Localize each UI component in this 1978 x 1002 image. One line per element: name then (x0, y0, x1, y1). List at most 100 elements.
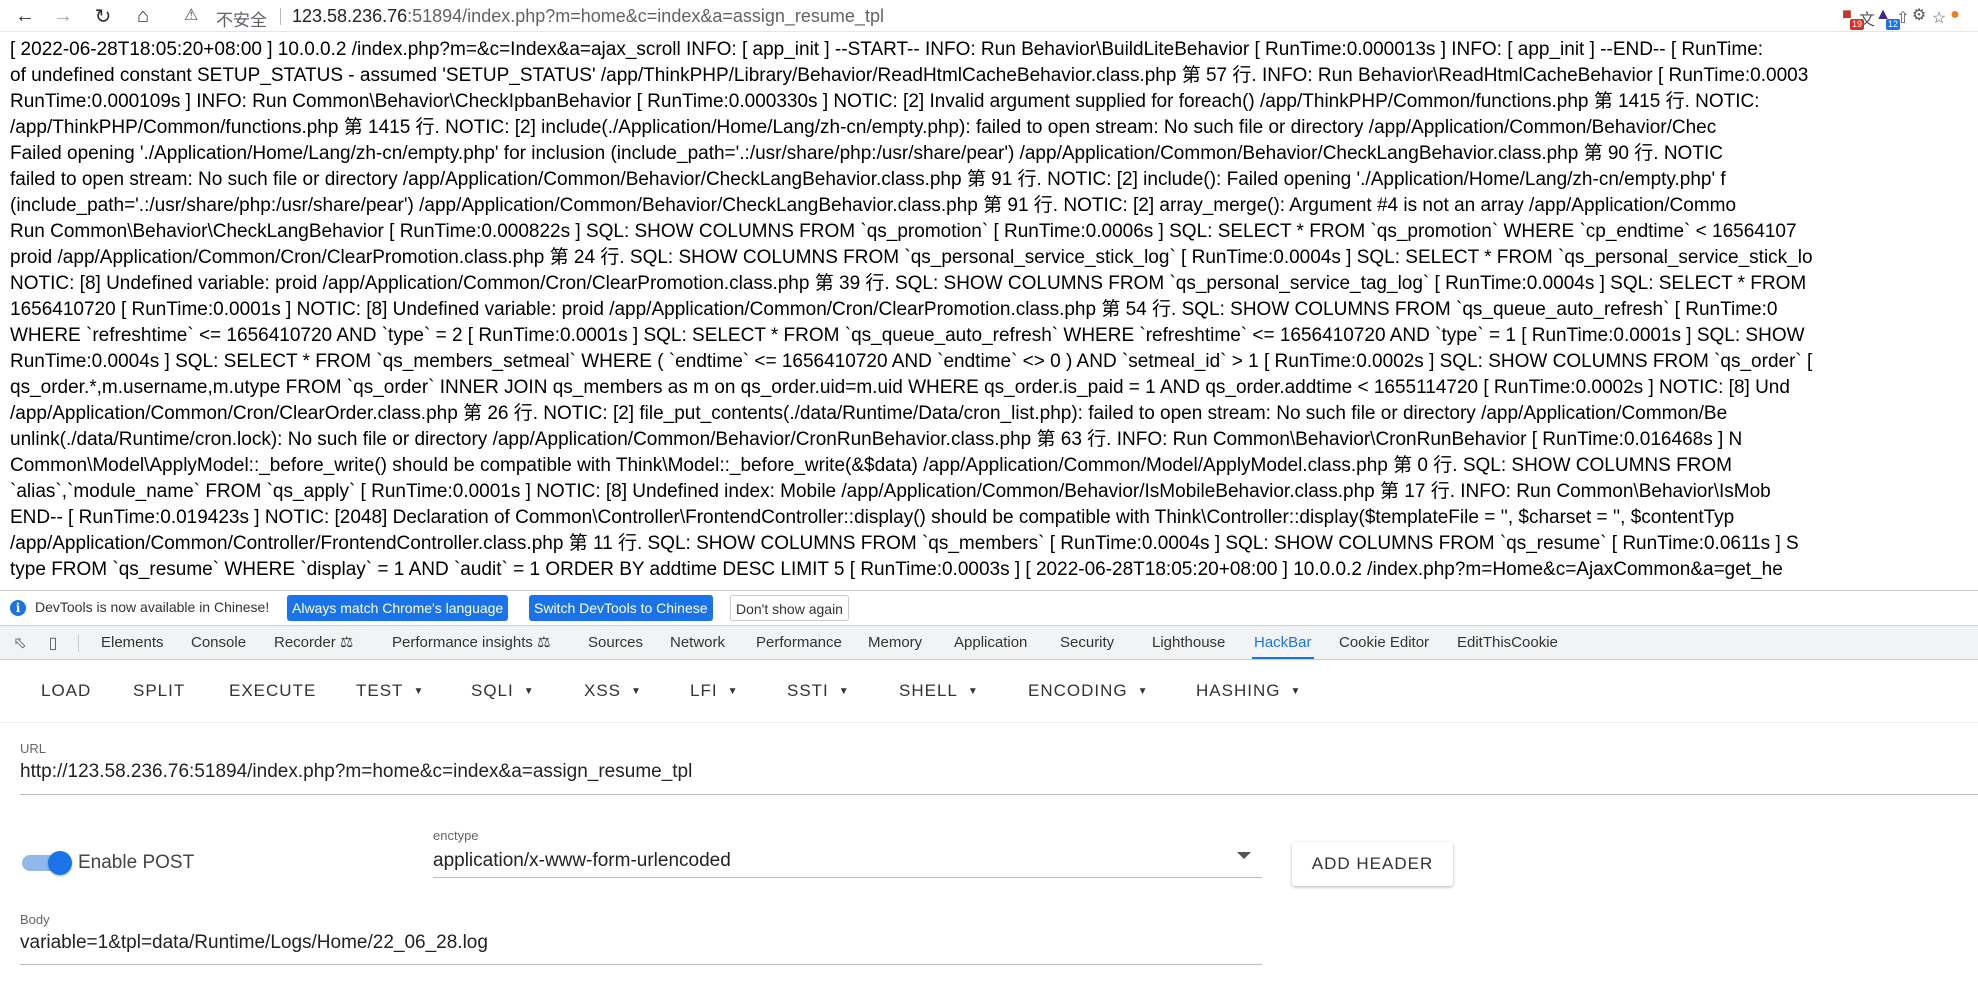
log-line: failed to open stream: No such file or d… (10, 169, 1726, 190)
log-line: qs_order.*,m.username,m.utype FROM `qs_o… (10, 377, 1790, 398)
security-label: 不安全 (216, 11, 267, 30)
info-icon: i (10, 600, 26, 616)
log-line: Failed opening './Application/Home/Lang/… (10, 143, 1723, 164)
log-line: /app/Application/Common/Cron/ClearOrder.… (10, 403, 1728, 424)
tab-performance[interactable]: Performance (754, 626, 844, 659)
tab-performance-insights[interactable]: Performance insights ⚖ (390, 626, 553, 659)
load-button[interactable]: LOAD (41, 678, 91, 704)
menu-label: LFI (690, 681, 718, 700)
tab-security[interactable]: Security (1058, 626, 1116, 659)
enctype-select[interactable]: application/x-www-form-urlencoded (433, 850, 731, 872)
menu-label: SHELL (899, 681, 958, 700)
gear-icon[interactable]: ⚙ (1906, 2, 1932, 28)
menu-label: HASHING (1196, 681, 1281, 700)
infobar-message: DevTools is now available in Chinese! (35, 599, 270, 615)
caret-down-icon: ▼ (838, 685, 850, 697)
menu-label: XSS (584, 681, 622, 700)
tab-application[interactable]: Application (952, 626, 1029, 659)
execute-button[interactable]: EXECUTE (229, 678, 316, 704)
caret-down-icon: ▼ (631, 685, 642, 697)
add-header-button[interactable]: ADD HEADER (1292, 842, 1453, 886)
log-line: `alias`,`module_name` FROM `qs_apply` [ … (10, 481, 1771, 502)
toggle-knob (48, 851, 72, 875)
device-toolbar-icon[interactable]: ▯ (43, 633, 63, 653)
extension-icons: ■ 19 ▲ 12 ⚙ ● (1834, 2, 1968, 30)
switch-to-chinese-button[interactable]: Switch DevTools to Chinese (529, 595, 713, 621)
devtools-tab-bar: ⬁ ▯ Elements Console Recorder ⚖ Performa… (0, 626, 1978, 660)
page-log-content: [ 2022-06-28T18:05:20+08:00 ] 10.0.0.2 /… (0, 32, 1978, 586)
tab-console[interactable]: Console (189, 626, 248, 659)
tab-hackbar[interactable]: HackBar (1252, 626, 1314, 659)
log-line: RunTime:0.000109s ] INFO: Run Common\Beh… (10, 91, 1760, 112)
log-line: /app/ThinkPHP/Common/functions.php 第 141… (10, 117, 1717, 138)
tab-sources[interactable]: Sources (586, 626, 645, 659)
log-line: NOTIC: [8] Undefined variable: proid /ap… (10, 273, 1807, 294)
inspect-element-icon[interactable]: ⬁ (10, 633, 30, 653)
hackbar-toolbar: LOAD SPLIT EXECUTE TEST ▼ SQLI ▼ XSS ▼ LFI ▼… (0, 660, 1978, 723)
tab-elements[interactable]: Elements (99, 626, 166, 659)
address-bar[interactable]: ⚠ 不安全 123.58.236.76:51894/index.php?m=ho… (178, 2, 1958, 30)
url-input[interactable]: http://123.58.236.76:51894/index.php?m=h… (20, 761, 692, 783)
log-line: (include_path='.:/usr/share/php:/usr/sha… (10, 195, 1737, 216)
enctype-label: enctype (433, 828, 479, 843)
split-button[interactable]: SPLIT (133, 678, 185, 704)
enctype-underline (433, 877, 1262, 878)
log-line: RunTime:0.0004s ] SQL: SELECT * FROM `qs… (10, 351, 1813, 372)
home-icon[interactable]: ⌂ (130, 3, 156, 29)
caret-down-icon: ▼ (727, 685, 739, 697)
url-host: 123.58.236.76 (292, 6, 408, 26)
log-line: END-- [ RunTime:0.019423s ] NOTIC: [2048… (10, 507, 1735, 528)
log-line: WHERE `refreshtime` <= 1656410720 AND `t… (10, 325, 1805, 346)
log-line: unlink(./data/Runtime/cron.lock): No suc… (10, 429, 1743, 450)
flask-icon: ⚖ (537, 634, 551, 651)
tab-recorder[interactable]: Recorder ⚖ (272, 626, 355, 659)
test-menu-button[interactable]: TEST ▼ (356, 678, 424, 704)
forward-arrow-icon[interactable]: → (50, 3, 76, 29)
browser-toolbar: ← → ↻ ⌂ ⚠ 不安全 123.58.236.76:51894/index.… (0, 0, 1978, 32)
log-line: proid /app/Application/Common/Cron/Clear… (10, 247, 1813, 268)
tab-memory[interactable]: Memory (866, 626, 924, 659)
puzzle-icon[interactable]: ▲ 12 (1870, 2, 1900, 30)
tab-editthiscookie[interactable]: EditThisCookie (1455, 626, 1560, 659)
hashing-menu-button[interactable]: HASHING ▼ (1196, 678, 1301, 704)
url-path: :51894/index.php?m=home&c=index&a=assign… (407, 6, 884, 26)
lfi-menu-button[interactable]: LFI ▼ (690, 678, 738, 704)
log-line: [ 2022-06-28T18:05:20+08:00 ] 10.0.0.2 /… (10, 39, 1764, 60)
log-line: Run Common\Behavior\CheckLangBehavior [ … (10, 221, 1797, 242)
extension-badge: 12 (1885, 19, 1900, 30)
extension-icon[interactable]: ■ 19 (1834, 2, 1864, 30)
tab-network[interactable]: Network (668, 626, 727, 659)
always-match-language-button[interactable]: Always match Chrome's language (287, 595, 509, 621)
extension-badge: 19 (1849, 19, 1864, 30)
url-text[interactable]: 123.58.236.76:51894/index.php?m=home&c=i… (292, 6, 884, 27)
back-arrow-icon[interactable]: ← (12, 3, 38, 29)
caret-down-icon: ▼ (413, 685, 425, 697)
log-line: type FROM `qs_resume` WHERE `display` = … (10, 559, 1783, 580)
devtools-language-infobar: i DevTools is now available in Chinese! … (0, 590, 1978, 626)
divider (78, 634, 79, 652)
enable-post-label: Enable POST (78, 852, 195, 873)
enable-post-toggle[interactable] (22, 851, 72, 875)
dont-show-again-button[interactable]: Don't show again (730, 595, 849, 621)
menu-label: SQLI (471, 681, 514, 700)
avatar-icon[interactable]: ● (1942, 2, 1968, 28)
menu-label: ENCODING (1028, 681, 1128, 700)
tab-cookie-editor[interactable]: Cookie Editor (1337, 626, 1431, 659)
divider (280, 8, 281, 25)
log-line: /app/Application/Common/Controller/Front… (10, 533, 1799, 554)
caret-down-icon: ▼ (967, 685, 979, 697)
chevron-down-icon[interactable] (1237, 852, 1251, 859)
caret-down-icon: ▼ (523, 685, 535, 697)
flask-icon: ⚖ (339, 634, 354, 651)
sqli-menu-button[interactable]: SQLI ▼ (471, 678, 535, 704)
ssti-menu-button[interactable]: SSTI ▼ (787, 678, 850, 704)
log-line: of undefined constant SETUP_STATUS - ass… (10, 65, 1809, 86)
shell-menu-button[interactable]: SHELL ▼ (899, 678, 979, 704)
xss-menu-button[interactable]: XSS ▼ (584, 678, 642, 704)
encoding-menu-button[interactable]: ENCODING ▼ (1028, 678, 1149, 704)
warning-icon[interactable]: ⚠ (184, 5, 198, 25)
tab-label: Performance insights (392, 634, 533, 651)
body-input[interactable]: variable=1&tpl=data/Runtime/Logs/Home/22… (20, 932, 488, 954)
reload-icon[interactable]: ↻ (90, 3, 116, 29)
tab-lighthouse[interactable]: Lighthouse (1150, 626, 1227, 659)
